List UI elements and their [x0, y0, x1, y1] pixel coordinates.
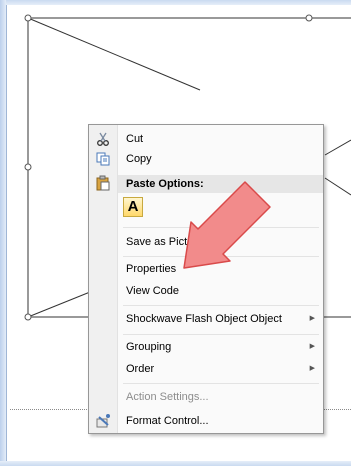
annotation-arrow-icon: [183, 181, 271, 269]
